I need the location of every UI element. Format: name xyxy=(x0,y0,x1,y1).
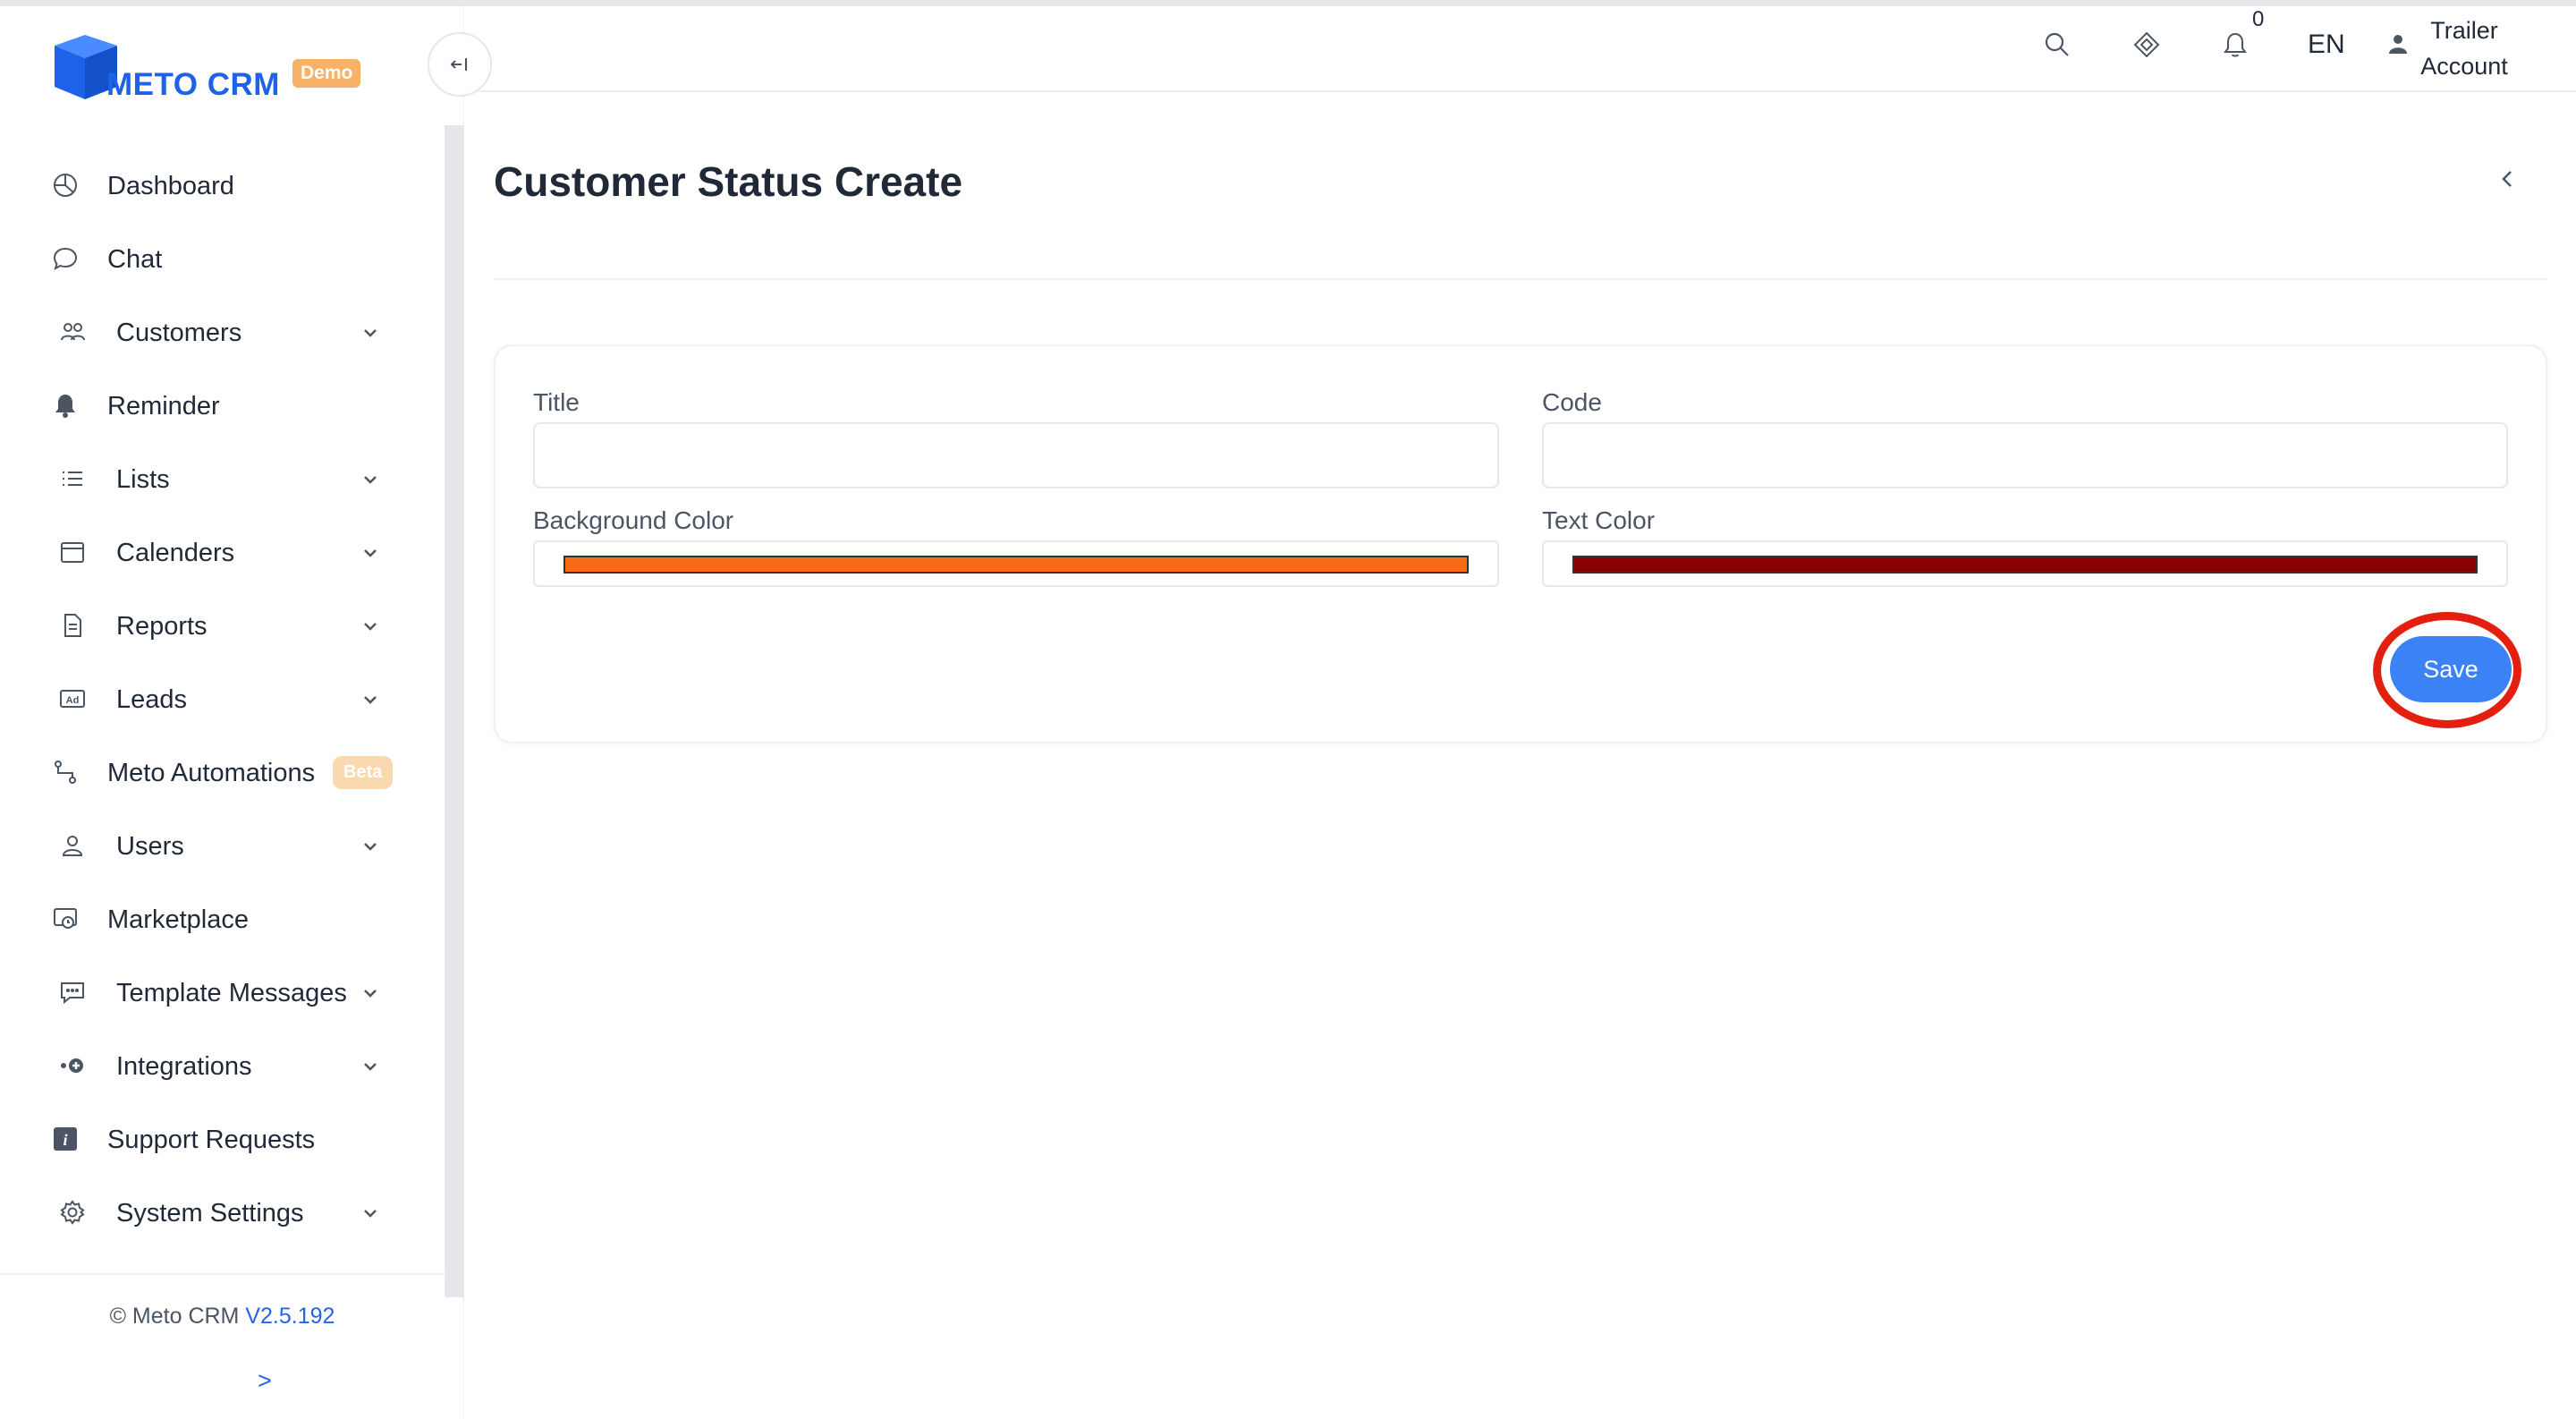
sidebar-item-label: Marketplace xyxy=(107,905,249,934)
sidebar-item-marketplace[interactable]: Marketplace xyxy=(0,883,429,956)
sidebar-scrollbar[interactable] xyxy=(445,125,464,1297)
chevron-down-icon xyxy=(364,329,377,337)
sidebar-copyright: © Meto CRM V2.5.192 xyxy=(0,1304,445,1330)
sidebar-item-label: System Settings xyxy=(116,1198,304,1228)
version-link[interactable]: V2.5.192 xyxy=(245,1304,335,1329)
title-label: Title xyxy=(533,388,580,416)
code-input[interactable] xyxy=(1542,422,2508,489)
sidebar-item-label: Dashboard xyxy=(107,171,234,200)
chevron-down-icon xyxy=(364,1063,377,1071)
title-input[interactable] xyxy=(533,422,1499,489)
sidebar-nav: Dashboard Chat Customers Reminder Lists … xyxy=(0,149,429,1250)
brand-logo[interactable]: METO CRM Demo xyxy=(49,28,371,108)
search-icon[interactable] xyxy=(2039,27,2075,63)
sidebar-item-label: Support Requests xyxy=(107,1125,316,1154)
sidebar-item-users[interactable]: Users xyxy=(0,810,429,883)
automation-icon xyxy=(50,757,80,787)
brand-name: METO CRM xyxy=(106,67,280,102)
user-account-menu[interactable]: Trailer Account xyxy=(2415,13,2513,84)
ad-icon: Ad xyxy=(57,684,88,714)
chevron-down-icon xyxy=(364,476,377,484)
sidebar-item-label: Users xyxy=(116,831,184,861)
sidebar-item-support-requests[interactable]: i Support Requests xyxy=(0,1103,429,1177)
chevron-down-icon xyxy=(364,549,377,557)
chat-bubble-icon xyxy=(50,243,80,274)
gear-icon xyxy=(57,1197,88,1228)
text-color-label: Text Color xyxy=(1542,506,1656,534)
chevron-down-icon xyxy=(364,696,377,704)
sidebar-item-label: Reminder xyxy=(107,391,220,421)
sidebar-item-label: Leads xyxy=(116,684,188,714)
diamond-icon[interactable] xyxy=(2129,27,2165,63)
user-icon xyxy=(57,830,88,861)
sidebar-item-lists[interactable]: Lists xyxy=(0,443,429,516)
window-top-border xyxy=(0,0,2576,6)
sidebar-item-meto-automations[interactable]: Meto Automations Beta xyxy=(0,736,429,810)
message-template-icon xyxy=(57,977,88,1007)
sidebar: METO CRM Demo Dashboard Chat Customers R… xyxy=(0,6,464,1419)
marketplace-icon xyxy=(50,904,80,934)
chevron-down-icon xyxy=(364,990,377,998)
text-color-picker[interactable] xyxy=(1542,540,2508,587)
background-color-picker[interactable] xyxy=(533,540,1499,587)
sidebar-item-label: Reports xyxy=(116,611,208,641)
sidebar-item-label: Chat xyxy=(107,244,163,274)
sidebar-item-label: Integrations xyxy=(116,1051,252,1081)
title-divider xyxy=(494,278,2547,280)
users-group-icon xyxy=(57,317,88,347)
chevron-down-icon xyxy=(364,1210,377,1218)
svg-text:Ad: Ad xyxy=(66,695,80,706)
list-icon xyxy=(57,463,88,494)
notification-count-badge: 0 xyxy=(2252,7,2265,31)
sidebar-item-reports[interactable]: Reports xyxy=(0,590,429,663)
sidebar-item-reminder[interactable]: Reminder xyxy=(0,370,429,443)
text-color-swatch xyxy=(1572,556,2478,574)
plug-icon xyxy=(57,1050,88,1081)
sidebar-item-template-messages[interactable]: Template Messages xyxy=(0,956,429,1030)
save-button[interactable]: Save xyxy=(2390,636,2512,702)
sidebar-collapse-button[interactable] xyxy=(428,32,492,97)
chevron-down-icon xyxy=(364,843,377,851)
sidebar-item-customers[interactable]: Customers xyxy=(0,296,429,370)
pie-chart-icon xyxy=(50,170,80,200)
document-icon xyxy=(57,610,88,641)
user-name-line2: Account xyxy=(2420,53,2508,80)
background-color-swatch xyxy=(564,556,1469,574)
collapse-left-icon xyxy=(450,58,467,71)
back-chevron-icon[interactable] xyxy=(2494,161,2521,197)
info-icon: i xyxy=(50,1124,80,1154)
notification-bell-icon[interactable] xyxy=(2217,27,2253,63)
account-icon xyxy=(2389,35,2407,54)
sidebar-expand-link[interactable]: > xyxy=(258,1367,272,1395)
user-name-line1: Trailer xyxy=(2430,17,2498,44)
calendar-icon xyxy=(57,537,88,567)
sidebar-item-label: Template Messages xyxy=(116,978,347,1007)
sidebar-item-dashboard[interactable]: Dashboard xyxy=(0,149,429,223)
chevron-down-icon xyxy=(364,623,377,631)
sidebar-item-system-settings[interactable]: System Settings xyxy=(0,1177,429,1250)
sidebar-footer-divider xyxy=(0,1273,445,1275)
sidebar-item-calenders[interactable]: Calenders xyxy=(0,516,429,590)
bell-icon xyxy=(50,390,80,421)
code-label: Code xyxy=(1542,388,1602,416)
demo-badge: Demo xyxy=(292,59,361,88)
sidebar-item-chat[interactable]: Chat xyxy=(0,223,429,296)
sidebar-item-label: Customers xyxy=(116,318,242,347)
page-title: Customer Status Create xyxy=(494,158,963,205)
sidebar-item-label: Calenders xyxy=(116,538,235,567)
sidebar-item-leads[interactable]: Ad Leads xyxy=(0,663,429,736)
beta-badge: Beta xyxy=(333,756,394,789)
background-color-label: Background Color xyxy=(533,506,734,534)
sidebar-item-integrations[interactable]: Integrations xyxy=(0,1030,429,1103)
language-switcher[interactable]: EN xyxy=(2308,30,2345,60)
svg-text:i: i xyxy=(63,1131,67,1149)
sidebar-item-label: Meto Automations xyxy=(107,758,316,787)
copyright-text: © Meto CRM xyxy=(109,1304,240,1329)
sidebar-item-label: Lists xyxy=(116,464,170,494)
